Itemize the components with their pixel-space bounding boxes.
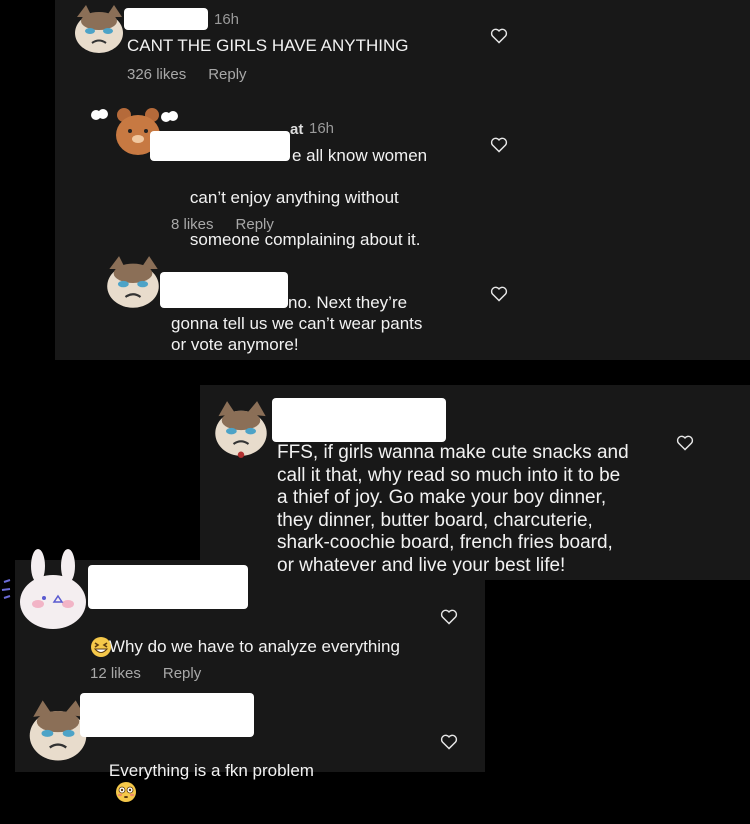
grumpy-cat-avatar[interactable] (104, 254, 162, 312)
grinning-squint-emoji (90, 636, 112, 663)
bunny-avatar[interactable] (14, 548, 92, 632)
flushed-emoji (115, 782, 136, 802)
heart-icon[interactable] (490, 137, 508, 153)
redacted-username (160, 272, 288, 308)
comment-1: 16h CANT THE GIRLS HAVE ANYTHING 326 lik… (0, 0, 750, 95)
reply-button[interactable]: Reply (236, 216, 274, 233)
comment-text-first-line: no. Next they’re (288, 293, 408, 312)
grumpy-cat-avatar[interactable] (72, 3, 126, 57)
username-fragment: at (290, 121, 304, 138)
redacted-username (80, 693, 254, 737)
comment-text: Everything is a fkn problem (90, 739, 314, 824)
comment-meta: 12 likes Reply (90, 665, 201, 682)
likes-count[interactable]: 12 likes (90, 665, 141, 682)
comment-text-content: Everything is a fkn problem (108, 761, 314, 780)
heart-icon[interactable] (490, 286, 508, 302)
reply-button[interactable]: Reply (163, 665, 201, 682)
reply-button[interactable]: Reply (208, 66, 246, 83)
redacted-username (124, 8, 208, 30)
comment-text-content: Why do we have to analyze everything (108, 637, 400, 656)
heart-icon[interactable] (440, 734, 458, 750)
puff-icon (161, 111, 178, 122)
redacted-username (150, 131, 290, 161)
redacted-username (272, 398, 446, 442)
comment-6: Everything is a fkn problem (0, 688, 750, 802)
comment-3: no. Next they’re gonna tell us we can’t … (0, 250, 750, 360)
grumpy-cat-avatar[interactable] (212, 399, 270, 459)
heart-icon[interactable] (440, 609, 458, 625)
comment-meta: 8 likes Reply (171, 216, 274, 233)
redacted-username (88, 565, 248, 609)
comment-text-first-line: e all know women (292, 146, 428, 165)
comment-text-line: can’t enjoy anything without (189, 188, 399, 207)
comment-text: gonna tell us we can’t wear pants or vot… (171, 314, 423, 354)
comment-meta: 326 likes Reply (127, 66, 247, 83)
comment-text: CANT THE GIRLS HAVE ANYTHING (127, 36, 409, 55)
comment-time: 16h (309, 120, 335, 137)
heart-icon[interactable] (490, 28, 508, 44)
likes-count[interactable]: 8 likes (171, 216, 214, 233)
comment-5: Why do we have to analyze everything 12 … (0, 548, 750, 688)
puff-icon (91, 109, 108, 120)
comment-time: 16h (214, 11, 240, 28)
heart-icon[interactable] (676, 435, 694, 451)
comment-2: at 16h e all know women can’t enjoy anyt… (0, 95, 750, 249)
likes-count[interactable]: 326 likes (127, 66, 186, 83)
